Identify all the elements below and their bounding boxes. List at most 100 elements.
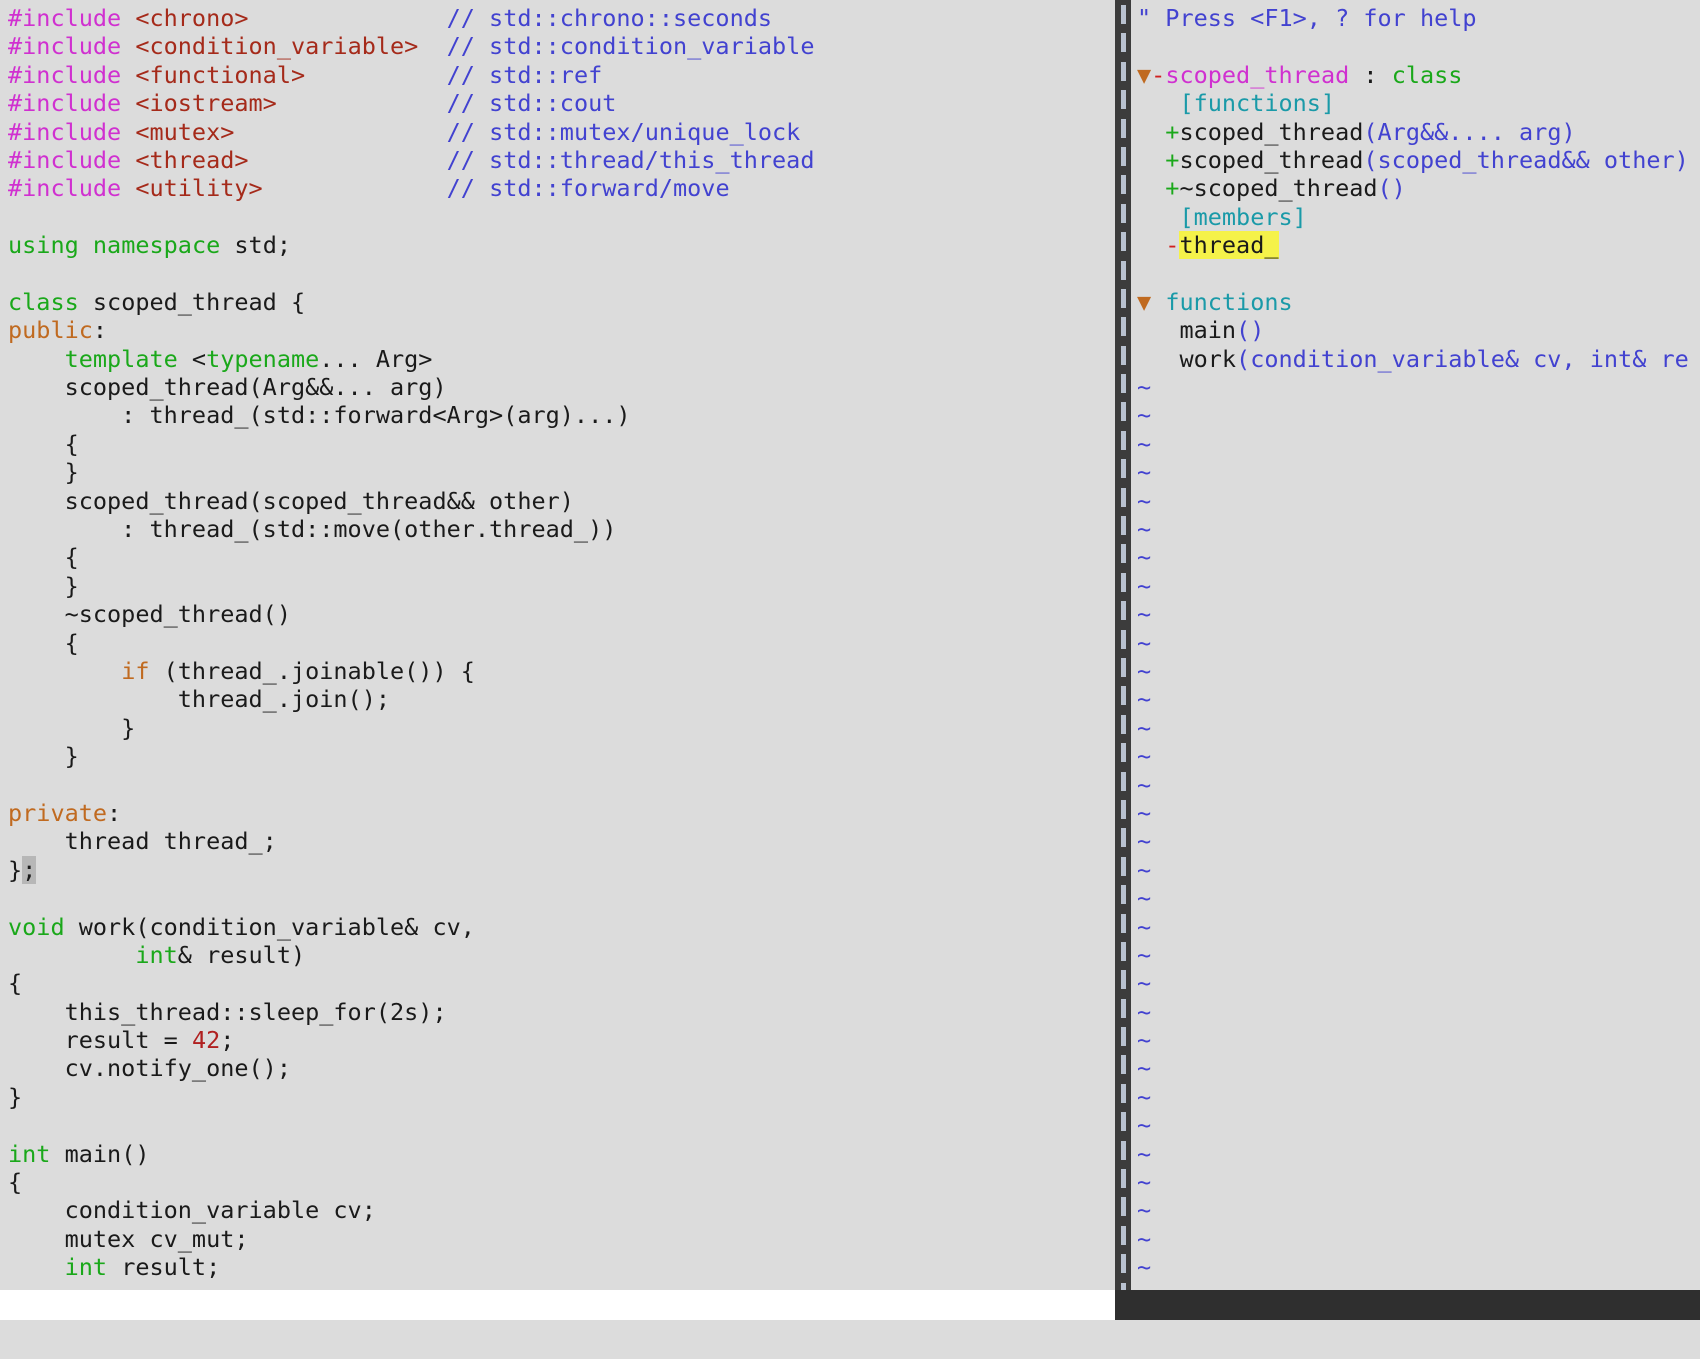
- editor-line[interactable]: [0, 260, 1110, 288]
- editor-line[interactable]: }: [0, 458, 1110, 486]
- editor-line[interactable]: mutex cv_mut;: [0, 1225, 1110, 1253]
- editor-line[interactable]: result = 42;: [0, 1026, 1110, 1054]
- tagbar-line[interactable]: ▼ functions: [1131, 288, 1700, 316]
- editor-line[interactable]: {: [0, 430, 1110, 458]
- editor-line[interactable]: int& result): [0, 941, 1110, 969]
- code-token: [1137, 89, 1179, 117]
- divider-dash: [1121, 488, 1126, 507]
- divider-dash: [1121, 5, 1126, 24]
- editor-line[interactable]: void work(condition_variable& cv,: [0, 913, 1110, 941]
- tagbar-filler-line: ~: [1131, 742, 1700, 770]
- editor-line[interactable]: #include <functional> // std::ref: [0, 61, 1110, 89]
- code-token: [305, 61, 446, 89]
- tagbar-pane[interactable]: " Press <F1>, ? for help ▼-scoped_thread…: [1131, 4, 1700, 1289]
- tilde-icon: ~: [1137, 487, 1151, 515]
- divider-dash: [1121, 1197, 1126, 1216]
- editor-line[interactable]: #include <condition_variable> // std::co…: [0, 32, 1110, 60]
- tagbar-line[interactable]: [1131, 260, 1700, 288]
- editor-line[interactable]: int main(): [0, 1140, 1110, 1168]
- tagbar-filler-line: ~: [1131, 799, 1700, 827]
- tagbar-line[interactable]: main(): [1131, 316, 1700, 344]
- tagbar-line[interactable]: " Press <F1>, ? for help: [1131, 4, 1700, 32]
- tilde-icon: ~: [1137, 515, 1151, 543]
- tilde-icon: ~: [1137, 714, 1151, 742]
- editor-line[interactable]: #include <utility> // std::forward/move: [0, 174, 1110, 202]
- code-token: using: [8, 231, 79, 259]
- editor-pane[interactable]: #include <chrono> // std::chrono::second…: [0, 4, 1110, 1289]
- editor-line[interactable]: ~scoped_thread(): [0, 600, 1110, 628]
- tagbar-line[interactable]: [1131, 32, 1700, 60]
- editor-line[interactable]: scoped_thread(scoped_thread&& other): [0, 487, 1110, 515]
- code-token: if: [121, 657, 149, 685]
- tagbar-line[interactable]: ▼-scoped_thread : class: [1131, 61, 1700, 89]
- editor-line[interactable]: if (thread_.joinable()) {: [0, 657, 1110, 685]
- editor-line[interactable]: #include <chrono> // std::chrono::second…: [0, 4, 1110, 32]
- editor-line[interactable]: }: [0, 572, 1110, 600]
- tagbar-line[interactable]: work(condition_variable& cv, int& re: [1131, 345, 1700, 373]
- divider-dash: [1121, 1283, 1126, 1290]
- code-token: -: [1151, 61, 1165, 89]
- divider-dash: [1121, 743, 1126, 762]
- editor-line[interactable]: this_thread::sleep_for(2s);: [0, 998, 1110, 1026]
- editor-line[interactable]: }: [0, 742, 1110, 770]
- code-token: result =: [8, 1026, 192, 1054]
- tilde-icon: ~: [1137, 1253, 1151, 1281]
- tagbar-line[interactable]: [functions]: [1131, 89, 1700, 117]
- code-token: }: [8, 458, 79, 486]
- editor-line[interactable]: template <typename... Arg>: [0, 345, 1110, 373]
- editor-line[interactable]: private:: [0, 799, 1110, 827]
- code-token: int: [65, 1253, 107, 1281]
- editor-line[interactable]: cv.notify_one();: [0, 1054, 1110, 1082]
- tagbar-line[interactable]: +~scoped_thread(): [1131, 174, 1700, 202]
- code-token: [277, 89, 447, 117]
- tagbar-line[interactable]: -thread_: [1131, 231, 1700, 259]
- tagbar-filler-line: ~: [1131, 515, 1700, 543]
- code-token: [1151, 288, 1165, 316]
- editor-line[interactable]: {: [0, 543, 1110, 571]
- code-token: 42: [192, 1026, 220, 1054]
- tagbar-line[interactable]: +scoped_thread(Arg&&.... arg): [1131, 118, 1700, 146]
- editor-line[interactable]: : thread_(std::forward<Arg>(arg)...): [0, 401, 1110, 429]
- tagbar-filler-line: ~: [1131, 1196, 1700, 1224]
- code-token: // std::ref: [447, 61, 603, 89]
- tagbar-filler-line: ~: [1131, 543, 1700, 571]
- editor-line[interactable]: class scoped_thread {: [0, 288, 1110, 316]
- tagbar-line[interactable]: [members]: [1131, 203, 1700, 231]
- code-token: [1137, 146, 1165, 174]
- editor-line[interactable]: #include <mutex> // std::mutex/unique_lo…: [0, 118, 1110, 146]
- tagbar-filler-line: ~: [1131, 373, 1700, 401]
- editor-line[interactable]: };: [0, 856, 1110, 884]
- tagbar-line[interactable]: +scoped_thread(scoped_thread&& other): [1131, 146, 1700, 174]
- editor-line[interactable]: public:: [0, 316, 1110, 344]
- code-token: [234, 118, 446, 146]
- editor-line[interactable]: scoped_thread(Arg&&... arg): [0, 373, 1110, 401]
- code-token: work(condition_variable& cv,: [65, 913, 475, 941]
- editor-line[interactable]: [0, 203, 1110, 231]
- editor-line[interactable]: #include <thread> // std::thread/this_th…: [0, 146, 1110, 174]
- editor-line[interactable]: {: [0, 1168, 1110, 1196]
- code-token: {: [8, 1168, 22, 1196]
- divider-dash: [1121, 346, 1126, 365]
- editor-line[interactable]: #include <iostream> // std::cout: [0, 89, 1110, 117]
- editor-line[interactable]: {: [0, 969, 1110, 997]
- code-token: // std::thread/this_thread: [447, 146, 815, 174]
- code-token: [263, 174, 447, 202]
- code-token: namespace: [93, 231, 220, 259]
- editor-line[interactable]: {: [0, 629, 1110, 657]
- editor-line[interactable]: [0, 884, 1110, 912]
- editor-line[interactable]: condition_variable cv;: [0, 1196, 1110, 1224]
- command-line[interactable]: [0, 1320, 1700, 1359]
- editor-line[interactable]: thread thread_;: [0, 827, 1110, 855]
- tagbar-filler-line: ~: [1131, 771, 1700, 799]
- editor-line[interactable]: using namespace std;: [0, 231, 1110, 259]
- editor-line[interactable]: : thread_(std::move(other.thread_)): [0, 515, 1110, 543]
- editor-line[interactable]: [0, 771, 1110, 799]
- window-split-divider[interactable]: [1115, 0, 1131, 1290]
- editor-line[interactable]: }: [0, 1083, 1110, 1111]
- editor-line[interactable]: thread_.join();: [0, 685, 1110, 713]
- editor-line[interactable]: int result;: [0, 1253, 1110, 1281]
- code-token: (Arg&&.... arg): [1363, 118, 1575, 146]
- editor-line[interactable]: }: [0, 714, 1110, 742]
- editor-line[interactable]: [0, 1111, 1110, 1139]
- tagbar-filler-line: ~: [1131, 629, 1700, 657]
